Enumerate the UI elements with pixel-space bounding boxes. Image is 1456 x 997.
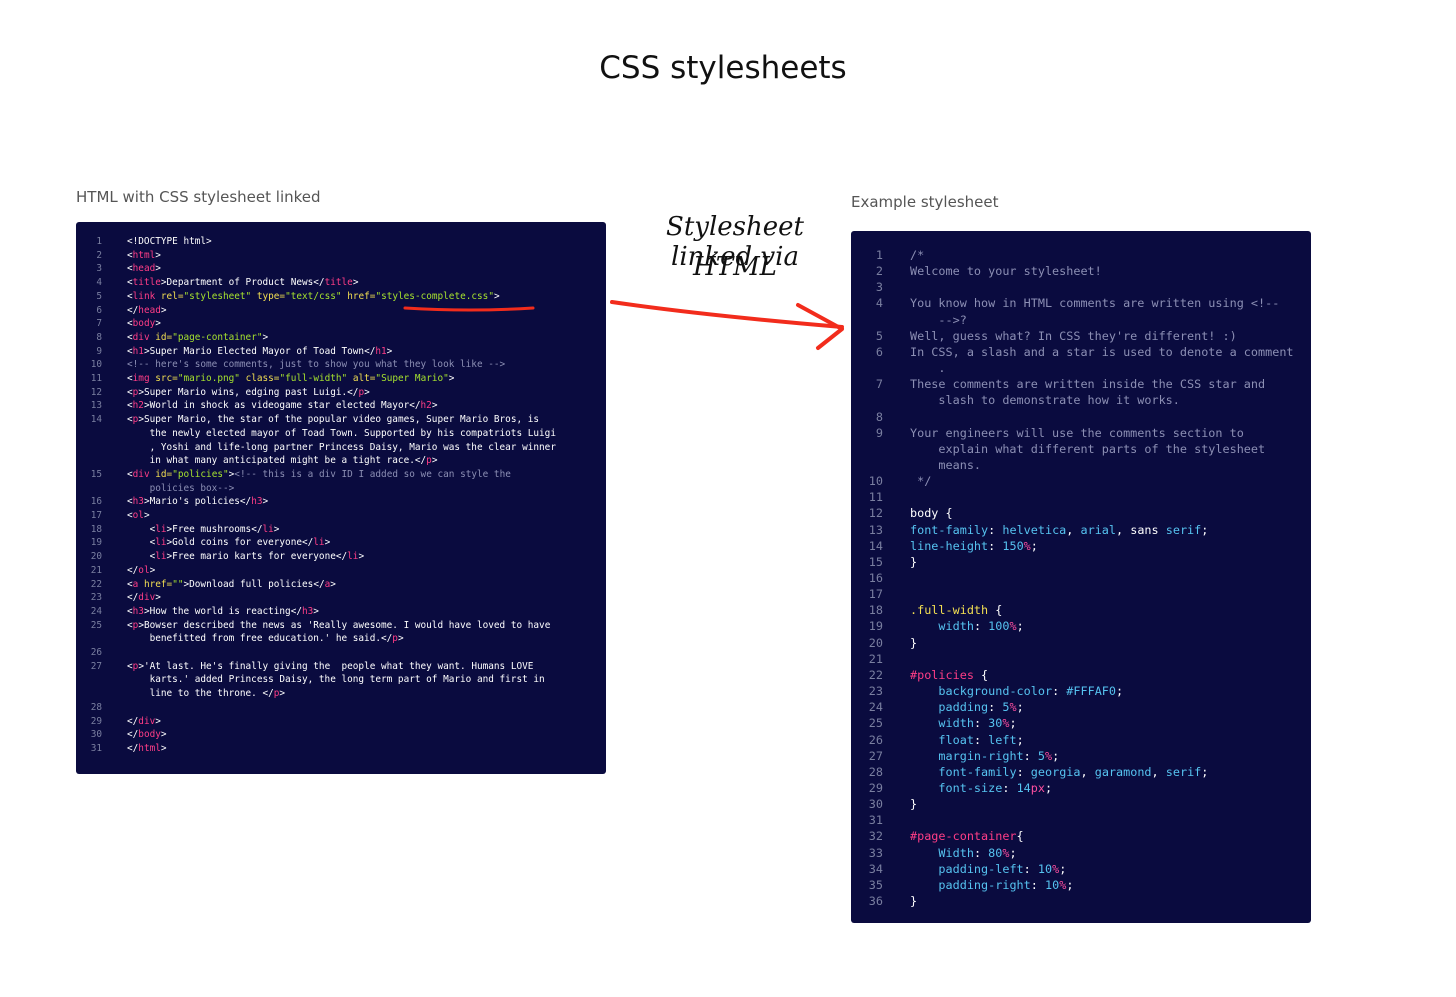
arrow-shaft: [610, 300, 844, 329]
annotation-overlay: [403, 300, 844, 350]
underline-mark: [403, 306, 535, 312]
